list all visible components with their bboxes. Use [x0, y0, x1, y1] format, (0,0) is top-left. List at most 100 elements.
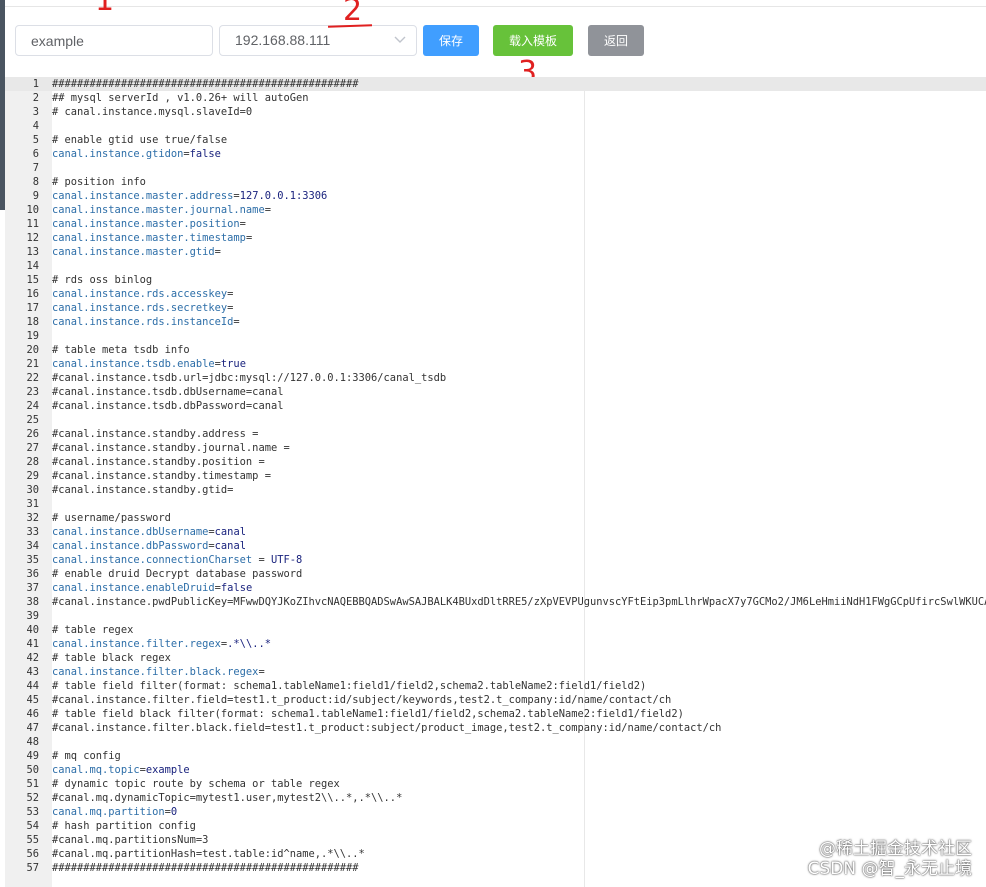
- line-number: 12: [26, 232, 39, 244]
- line-text: # table field filter(format: schema1.tab…: [52, 680, 647, 692]
- line-number: 5: [32, 134, 39, 146]
- code-line: 50 canal.mq.topic=example: [5, 763, 986, 777]
- ip-select[interactable]: 192.168.88.111: [219, 25, 417, 56]
- code-line: 10 canal.instance.master.journal.name=: [5, 203, 986, 217]
- line-number: 25: [26, 414, 39, 426]
- line-number: 11: [26, 218, 39, 230]
- line-text: # table black regex: [52, 652, 171, 664]
- code-line: 19: [5, 329, 986, 343]
- line-number: 1: [32, 78, 39, 90]
- line-number: 51: [26, 778, 39, 790]
- chevron-down-icon: [394, 36, 406, 43]
- code-line: 52 #canal.mq.dynamicTopic=mytest1.user,my…: [5, 791, 986, 805]
- back-button[interactable]: 返回: [588, 25, 644, 56]
- line-number: 43: [26, 666, 39, 678]
- code-line: 34 canal.instance.dbPassword=canal: [5, 539, 986, 553]
- code-line: 44 # table field filter(format: schema1.t…: [5, 679, 986, 693]
- line-text: #canal.instance.filter.field=test1.t_pro…: [52, 694, 672, 706]
- code-line: 25: [5, 413, 986, 427]
- line-text: # table regex: [52, 624, 134, 636]
- watermark: @稀土掘金技术社区 CSDN @智_永无止境: [808, 839, 972, 879]
- code-line: 31: [5, 497, 986, 511]
- line-number: 53: [26, 806, 39, 818]
- line-number: 3: [32, 106, 39, 118]
- line-text: #canal.mq.partitionHash=test.table:id^na…: [52, 848, 365, 860]
- line-text: canal.instance.connectionCharset = UTF-8: [52, 554, 303, 566]
- line-number: 24: [26, 400, 39, 412]
- line-number: 4: [32, 120, 39, 132]
- line-number: 17: [26, 302, 39, 314]
- line-text: canal.instance.dbUsername=canal: [52, 526, 246, 538]
- code-line: 45 #canal.instance.filter.field=test1.t_p…: [5, 693, 986, 707]
- line-text: #canal.instance.standby.gtid=: [52, 484, 234, 496]
- line-number: 47: [26, 722, 39, 734]
- line-text: canal.mq.topic=example: [52, 764, 190, 776]
- line-number: 33: [26, 526, 39, 538]
- code-line: 46 # table field black filter(format: sch…: [5, 707, 986, 721]
- line-text: # mq config: [52, 750, 121, 762]
- code-line: 28 #canal.instance.standby.position =: [5, 455, 986, 469]
- code-line: 12 canal.instance.master.timestamp=: [5, 231, 986, 245]
- line-text: ## mysql serverId , v1.0.26+ will autoGe…: [52, 92, 309, 104]
- line-text: # table field black filter(format: schem…: [52, 708, 684, 720]
- code-line: 41 canal.instance.filter.regex=.*\\..*: [5, 637, 986, 651]
- watermark-line-2: CSDN @智_永无止境: [807, 859, 972, 879]
- line-number: 29: [26, 470, 39, 482]
- code-line: 1 #######################################…: [5, 77, 986, 91]
- code-line: 54 # hash partition config: [5, 819, 986, 833]
- line-text: # username/password: [52, 512, 171, 524]
- code-line: 32 # username/password: [5, 511, 986, 525]
- code-line: 16 canal.instance.rds.accesskey=: [5, 287, 986, 301]
- line-number: 41: [26, 638, 39, 650]
- line-number: 14: [26, 260, 39, 272]
- code-line: 7: [5, 161, 986, 175]
- line-number: 2: [32, 92, 39, 104]
- line-text: # canal.instance.mysql.slaveId=0: [52, 106, 253, 118]
- line-text: canal.mq.partition=0: [52, 806, 178, 818]
- code-line: 2 ## mysql serverId , v1.0.26+ will autoG…: [5, 91, 986, 105]
- line-text: canal.instance.filter.black.regex=: [52, 666, 265, 678]
- instance-name-input[interactable]: [15, 25, 213, 56]
- code-line: 27 #canal.instance.standby.journal.name =: [5, 441, 986, 455]
- line-number: 38: [26, 596, 39, 608]
- line-number: 48: [26, 736, 39, 748]
- line-text: canal.instance.rds.instanceId=: [52, 316, 240, 328]
- toolbar: 192.168.88.111 保存 载入模板 返回: [0, 0, 986, 76]
- line-number: 37: [26, 582, 39, 594]
- code-line: 21 canal.instance.tsdb.enable=true: [5, 357, 986, 371]
- load-template-button[interactable]: 载入模板: [493, 25, 573, 56]
- line-number: 35: [26, 554, 39, 566]
- code-line: 26 #canal.instance.standby.address =: [5, 427, 986, 441]
- code-line: 4: [5, 119, 986, 133]
- line-number: 26: [26, 428, 39, 440]
- line-text: #canal.instance.pwdPublicKey=MFwwDQYJKoZ…: [52, 596, 986, 608]
- save-button[interactable]: 保存: [423, 25, 479, 56]
- code-line: 36 # enable druid Decrypt database passwo…: [5, 567, 986, 581]
- code-line: 22 #canal.instance.tsdb.url=jdbc:mysql://…: [5, 371, 986, 385]
- line-text: #canal.mq.dynamicTopic=mytest1.user,myte…: [52, 792, 403, 804]
- code-line: 30 #canal.instance.standby.gtid=: [5, 483, 986, 497]
- line-number: 21: [26, 358, 39, 370]
- code-line: 40 # table regex: [5, 623, 986, 637]
- line-number: 27: [26, 442, 39, 454]
- line-number: 18: [26, 316, 39, 328]
- line-text: # enable gtid use true/false: [52, 134, 228, 146]
- line-number: 22: [26, 372, 39, 384]
- code-line: 38 #canal.instance.pwdPublicKey=MFwwDQYJK…: [5, 595, 986, 609]
- line-text: # position info: [52, 176, 146, 188]
- line-text: #canal.instance.tsdb.dbPassword=canal: [52, 400, 284, 412]
- line-number: 56: [26, 848, 39, 860]
- code-line: 35 canal.instance.connectionCharset = UTF…: [5, 553, 986, 567]
- line-text: #canal.instance.standby.address =: [52, 428, 259, 440]
- line-number: 16: [26, 288, 39, 300]
- line-number: 46: [26, 708, 39, 720]
- code-line: 49 # mq config: [5, 749, 986, 763]
- annotation-1: 1: [95, 0, 115, 18]
- line-number: 45: [26, 694, 39, 706]
- code-line: 9 canal.instance.master.address=127.0.0.1…: [5, 189, 986, 203]
- code-editor[interactable]: 1 #######################################…: [5, 77, 986, 887]
- code-line: 5 # enable gtid use true/false: [5, 133, 986, 147]
- line-number: 9: [32, 190, 39, 202]
- line-text: #canal.instance.tsdb.url=jdbc:mysql://12…: [52, 372, 447, 384]
- line-number: 34: [26, 540, 39, 552]
